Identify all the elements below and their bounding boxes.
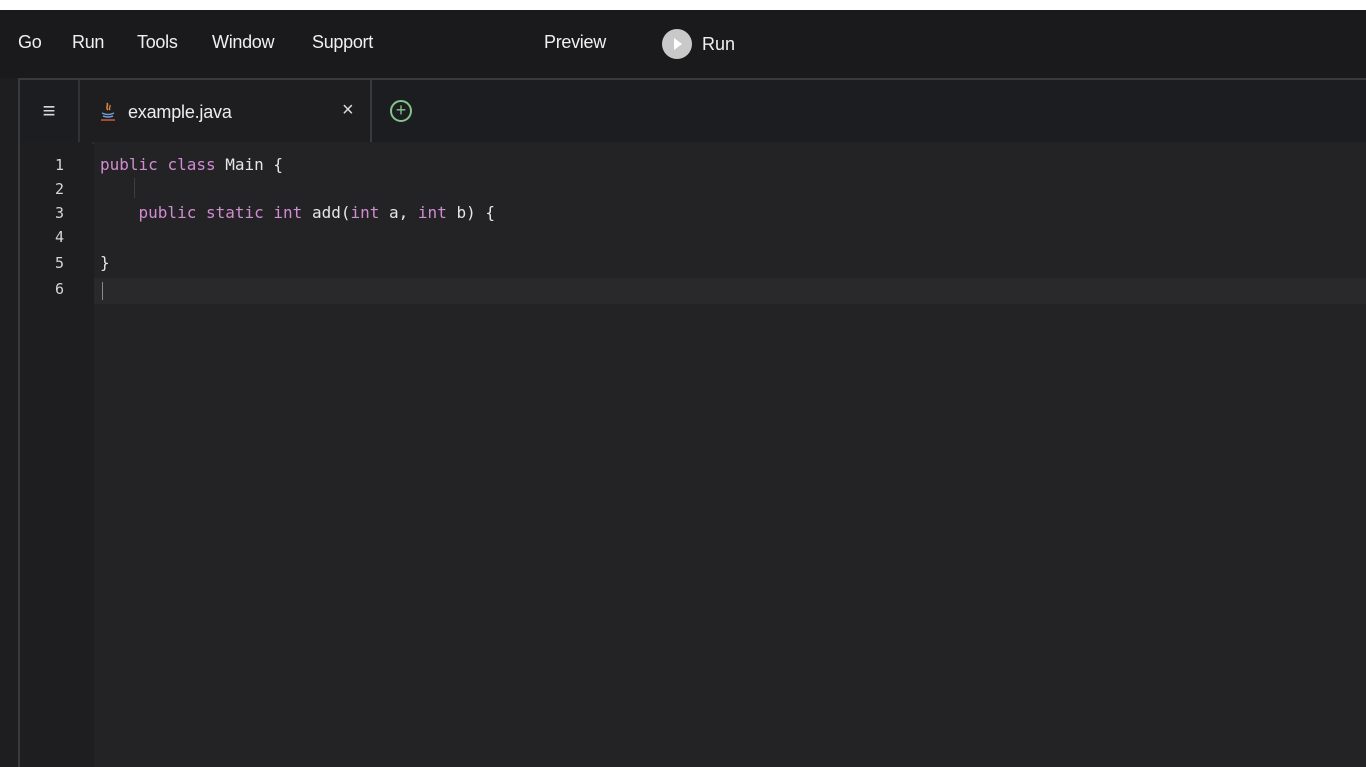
hamburger-menu-icon[interactable]: ≡ [20,80,80,142]
text-cursor [102,282,103,300]
line-number-gutter: 1 2 3 4 5 6 [20,142,92,767]
add-tab-icon[interactable]: + [390,100,412,122]
line-number: 4 [54,228,64,246]
menu-bar: Go Run Tools Window Support Preview Run [0,0,1366,78]
keyword-token: int [273,203,303,222]
line-number: 5 [54,254,64,272]
menu-support[interactable]: Support [312,32,373,53]
tab-bar: ≡ example.java × + [20,80,1366,144]
keyword-token: public [100,155,158,174]
code-line: } [100,253,110,272]
close-tab-icon[interactable]: × [342,99,354,122]
run-button[interactable]: Run [662,27,735,61]
keyword-token: public [138,203,197,222]
menu-window[interactable]: Window [212,32,275,53]
code-token: a, [379,203,418,222]
line-number: 6 [54,280,64,298]
preview-button[interactable]: Preview [544,32,606,53]
play-icon [662,29,692,59]
code-token: add( [302,203,351,222]
code-editor[interactable]: public class Main { public static int ad… [94,142,1366,767]
tab-example-java[interactable]: example.java × [80,80,372,142]
line-number: 3 [54,204,64,222]
window-top-strip [0,0,1366,10]
tab-label: example.java [128,102,232,122]
editor-frame: ≡ example.java × + 1 2 3 4 5 6 public class M… [18,78,1366,767]
line-number: 1 [54,156,64,174]
keyword-token: static [205,203,264,222]
line-number: 2 [54,180,64,198]
menu-go[interactable]: Go [18,32,42,53]
code-token: } [100,253,110,272]
keyword-token: class [167,155,216,174]
code-line: public class Main { [100,155,283,174]
menu-tools[interactable]: Tools [137,32,178,53]
menu-run[interactable]: Run [72,32,104,53]
run-button-label: Run [702,33,736,54]
current-line-highlight [94,278,1366,304]
code-line: public static int add(int a, int b) { [100,203,495,222]
keyword-token: int [417,203,447,222]
java-file-icon [101,102,115,121]
code-token: Main { [215,155,284,174]
keyword-token: int [350,203,380,222]
indent-guide [134,178,135,198]
code-token: b) { [446,203,495,222]
